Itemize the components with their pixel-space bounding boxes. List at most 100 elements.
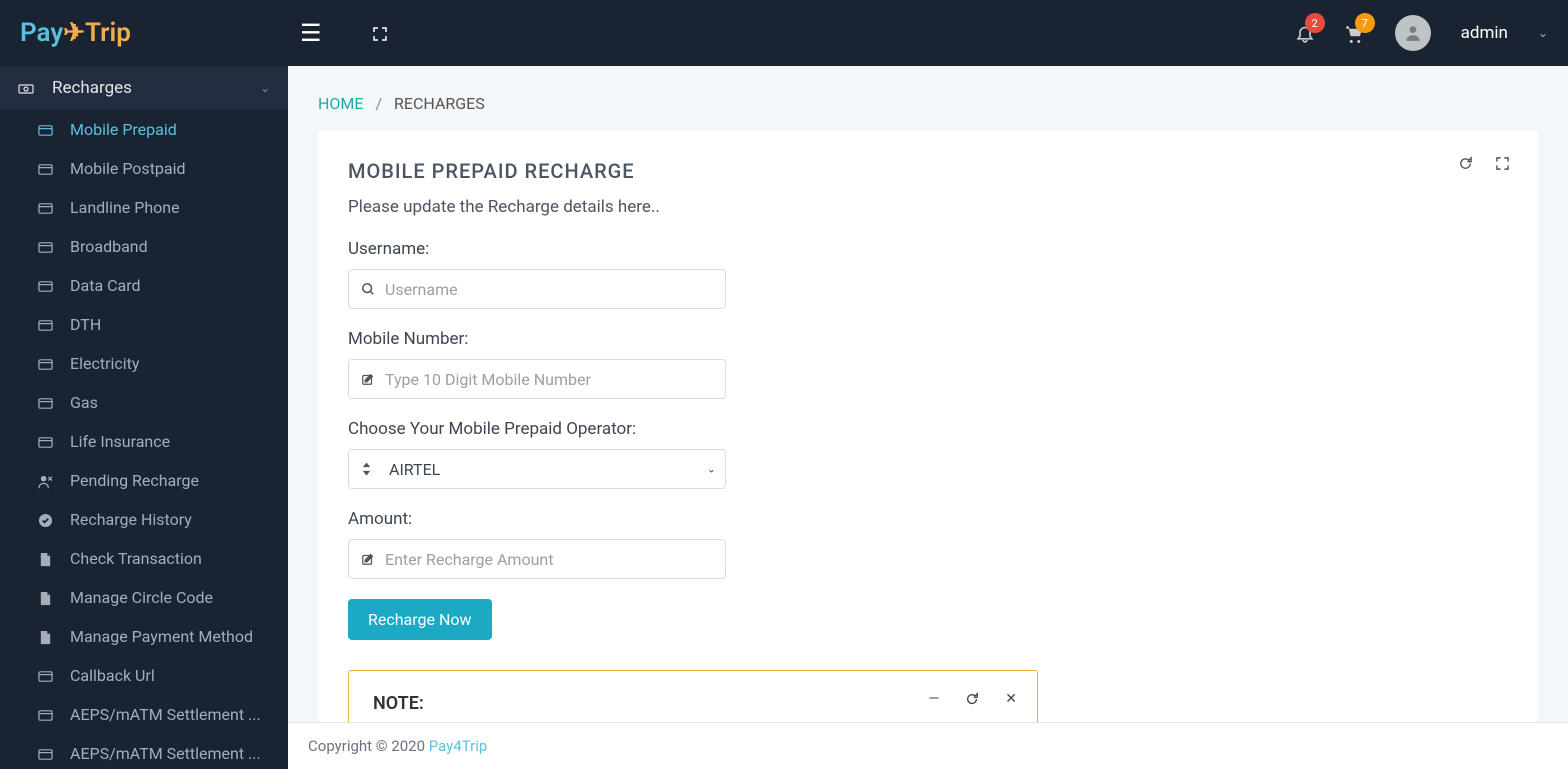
sidebar-item-check-transaction[interactable]: Check Transaction bbox=[0, 539, 288, 578]
operator-label: Choose Your Mobile Prepaid Operator: bbox=[348, 419, 1508, 439]
page-subtitle: Please update the Recharge details here.… bbox=[348, 197, 1508, 217]
cart-badge: 7 bbox=[1355, 13, 1375, 33]
card-icon bbox=[38, 238, 56, 256]
refresh-icon[interactable] bbox=[965, 691, 979, 707]
sidebar-item-electricity[interactable]: Electricity bbox=[0, 344, 288, 383]
sidebar-item-label: Pending Recharge bbox=[70, 471, 199, 490]
sidebar-item-dth[interactable]: DTH bbox=[0, 305, 288, 344]
sidebar-item-label: Manage Circle Code bbox=[70, 588, 213, 607]
card-icon bbox=[38, 316, 56, 334]
file-icon bbox=[38, 628, 56, 646]
footer: Copyright © 2020 Pay4Trip bbox=[288, 722, 1568, 769]
refresh-icon[interactable] bbox=[1458, 153, 1473, 171]
card-icon bbox=[38, 160, 56, 178]
operator-select[interactable]: AIRTEL bbox=[348, 449, 726, 489]
card-icon bbox=[38, 277, 56, 295]
breadcrumb-current: RECHARGES bbox=[394, 94, 485, 113]
sidebar-item-life-insurance[interactable]: Life Insurance bbox=[0, 422, 288, 461]
chevron-down-icon[interactable]: ⌄ bbox=[1538, 26, 1548, 40]
card-icon bbox=[38, 433, 56, 451]
breadcrumb-sep: / bbox=[375, 94, 382, 113]
sidebar-item-mobile-prepaid[interactable]: Mobile Prepaid bbox=[0, 110, 288, 149]
breadcrumb: HOME / RECHARGES bbox=[288, 66, 1568, 131]
file-icon bbox=[38, 550, 56, 568]
card-icon bbox=[38, 121, 56, 139]
sidebar-item-label: Manage Payment Method bbox=[70, 627, 253, 646]
sidebar-item-label: Life Insurance bbox=[70, 432, 170, 451]
breadcrumb-home[interactable]: HOME bbox=[318, 94, 363, 113]
sidebar-item-recharge-history[interactable]: Recharge History bbox=[0, 500, 288, 539]
sidebar-item-label: Callback Url bbox=[70, 666, 155, 685]
logo[interactable]: Pay✈Trip bbox=[20, 18, 300, 48]
footer-link[interactable]: Pay4Trip bbox=[429, 737, 488, 755]
amount-field-wrap bbox=[348, 539, 726, 579]
mobile-input[interactable] bbox=[385, 370, 713, 389]
sidebar-item-label: Gas bbox=[70, 393, 98, 412]
amount-label: Amount: bbox=[348, 509, 1508, 529]
sidebar-item-mobile-postpaid[interactable]: Mobile Postpaid bbox=[0, 149, 288, 188]
user-name[interactable]: admin bbox=[1461, 23, 1508, 43]
sidebar-item-aeps-matm-settlement[interactable]: AEPS/mATM Settlement ... bbox=[0, 734, 288, 769]
sidebar-item-pending-recharge[interactable]: Pending Recharge bbox=[0, 461, 288, 500]
sidebar-item-label: Electricity bbox=[70, 354, 139, 373]
sidebar-item-manage-payment-method[interactable]: Manage Payment Method bbox=[0, 617, 288, 656]
logo-trip: Trip bbox=[85, 18, 131, 48]
chevron-down-icon: ⌄ bbox=[260, 81, 270, 95]
minimize-icon[interactable]: — bbox=[928, 691, 939, 707]
notif-badge: 2 bbox=[1305, 13, 1325, 33]
sidebar-item-label: Recharge History bbox=[70, 510, 192, 529]
card-icon bbox=[38, 394, 56, 412]
sidebar-item-manage-circle-code[interactable]: Manage Circle Code bbox=[0, 578, 288, 617]
content-card: MOBILE PREPAID RECHARGE Please update th… bbox=[318, 131, 1538, 722]
username-field-wrap bbox=[348, 269, 726, 309]
edit-icon bbox=[361, 371, 375, 387]
notifications-icon[interactable]: 2 bbox=[1295, 21, 1315, 45]
sidebar-item-label: DTH bbox=[70, 315, 101, 334]
avatar[interactable] bbox=[1395, 15, 1431, 51]
page-title: MOBILE PREPAID RECHARGE bbox=[348, 159, 1508, 183]
sidebar-item-landline-phone[interactable]: Landline Phone bbox=[0, 188, 288, 227]
sidebar-item-label: AEPS/mATM Settlement ... bbox=[70, 705, 261, 724]
footer-text: Copyright © 2020 bbox=[308, 737, 429, 755]
card-icon bbox=[38, 355, 56, 373]
card-icon bbox=[38, 706, 56, 724]
sidebar: Recharges ⌄ Mobile Prepaid Mobile Postpai… bbox=[0, 66, 288, 769]
nav-group-label: Recharges bbox=[52, 78, 132, 98]
card-icon bbox=[38, 199, 56, 217]
sidebar-item-label: Mobile Postpaid bbox=[70, 159, 186, 178]
user-x-icon bbox=[38, 472, 56, 490]
fullscreen-icon[interactable] bbox=[372, 24, 388, 43]
sidebar-item-label: Mobile Prepaid bbox=[70, 120, 177, 139]
app-header: Pay✈Trip ☰ 2 7 admin ⌄ bbox=[0, 0, 1568, 66]
hamburger-menu-icon[interactable]: ☰ bbox=[300, 19, 322, 47]
card-icon bbox=[38, 745, 56, 763]
logo-o: ✈ bbox=[63, 18, 85, 48]
file-icon bbox=[38, 589, 56, 607]
note-title: NOTE: bbox=[373, 693, 1013, 714]
sidebar-item-label: Data Card bbox=[70, 276, 141, 295]
username-input[interactable] bbox=[385, 280, 713, 299]
sort-icon bbox=[360, 462, 373, 477]
expand-icon[interactable] bbox=[1495, 153, 1510, 171]
search-icon bbox=[361, 281, 375, 297]
sidebar-item-label: Check Transaction bbox=[70, 549, 202, 568]
sidebar-item-label: Landline Phone bbox=[70, 198, 180, 217]
username-label: Username: bbox=[348, 239, 1508, 259]
nav-group-recharges[interactable]: Recharges ⌄ bbox=[0, 66, 288, 110]
cart-icon[interactable]: 7 bbox=[1345, 21, 1365, 45]
amount-input[interactable] bbox=[385, 550, 713, 569]
recharge-button[interactable]: Recharge Now bbox=[348, 599, 492, 640]
sidebar-item-gas[interactable]: Gas bbox=[0, 383, 288, 422]
note-box: — ✕ NOTE: You can recharge your Mobile P… bbox=[348, 670, 1038, 722]
card-icon bbox=[38, 667, 56, 685]
sidebar-item-label: Broadband bbox=[70, 237, 148, 256]
sidebar-item-callback-url[interactable]: Callback Url bbox=[0, 656, 288, 695]
edit-icon bbox=[361, 551, 375, 567]
sidebar-item-label: AEPS/mATM Settlement ... bbox=[70, 744, 261, 763]
sidebar-item-aeps-matm-settlement[interactable]: AEPS/mATM Settlement ... bbox=[0, 695, 288, 734]
sidebar-item-broadband[interactable]: Broadband bbox=[0, 227, 288, 266]
mobile-label: Mobile Number: bbox=[348, 329, 1508, 349]
close-icon[interactable]: ✕ bbox=[1005, 691, 1017, 707]
logo-pay: Pay bbox=[20, 18, 63, 48]
sidebar-item-data-card[interactable]: Data Card bbox=[0, 266, 288, 305]
